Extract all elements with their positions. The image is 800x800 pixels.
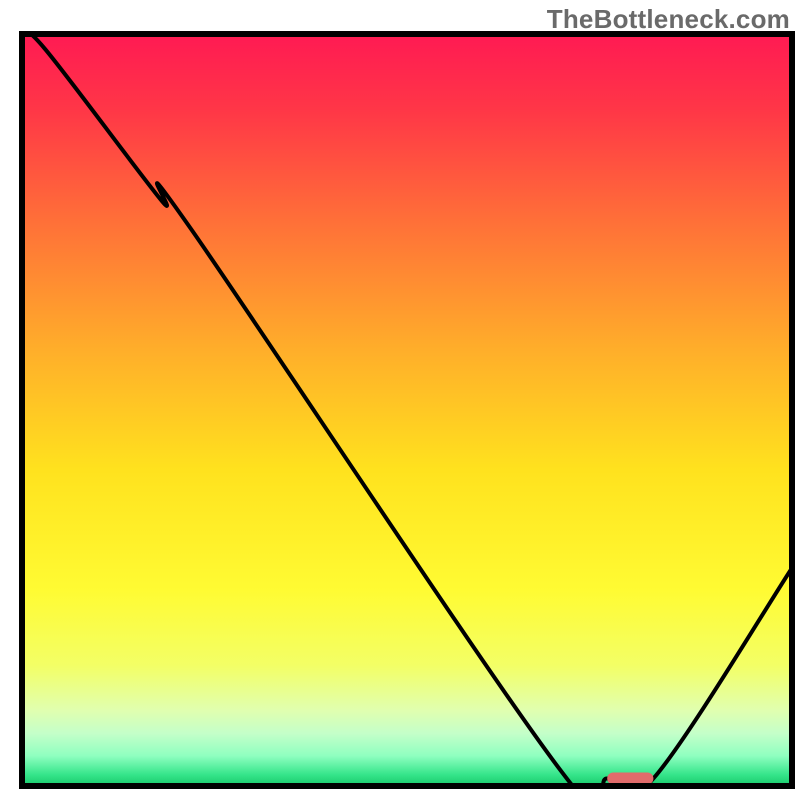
gradient-background: [22, 34, 792, 786]
plot-area: [22, 31, 792, 800]
optimal-range-marker: [607, 772, 653, 784]
bottleneck-chart: [0, 0, 800, 800]
chart-container: TheBottleneck.com: [0, 0, 800, 800]
watermark-text: TheBottleneck.com: [547, 4, 790, 35]
